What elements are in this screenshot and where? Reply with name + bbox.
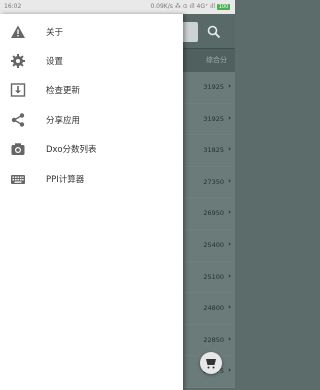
score-column-header[interactable]: 综合分 [206,55,227,65]
chevron-right-icon: › [228,176,231,185]
menu-item-label: 检查更新 [46,86,81,96]
menu-item-label: 关于 [46,28,64,38]
menu-item-check-update[interactable]: 检查更新 [0,76,183,104]
score-value: 25400 [203,240,224,249]
menu-item-label: Dxo分数列表 [46,145,97,155]
score-value: 24800 [203,304,224,313]
chevron-right-icon: › [228,366,231,375]
menu-item-share-app[interactable]: 分享应用 [0,106,183,134]
chevron-right-icon: › [228,239,231,248]
menu-item-label: PPI计算器 [46,175,85,185]
menu-item-about[interactable]: 关于 [0,18,183,46]
list-item[interactable]: 31925 › [183,103,235,136]
fab-button[interactable] [200,352,222,374]
chevron-right-icon: › [228,334,231,343]
score-value: 31925 [203,114,224,123]
navigation-drawer: 关于 设置 检查更新 分享应用 Dxo分数列表 PPI计算器 [0,14,183,390]
chevron-right-icon: › [228,208,231,217]
menu-item-label: 分享应用 [46,116,81,126]
menu-item-ppi-calculator[interactable]: PPI计算器 [0,165,183,193]
chevron-right-icon: › [228,113,231,122]
score-value: 31825 [203,146,224,155]
score-list: 31925 › 31925 › 31825 › 27350 › 26950 › 25400… [183,72,235,388]
chevron-right-icon: › [228,82,231,90]
gear-icon [11,54,25,68]
status-bar: 16:02 0.09K/s ⁂ ⊙ ıll 4G⁺ ıll 100 [0,0,235,14]
score-value: 25100 [203,272,224,281]
chevron-right-icon: › [228,271,231,280]
search-icon[interactable] [207,25,221,39]
battery-icon: 100 [217,3,230,10]
list-item[interactable]: 31825 › [183,135,235,167]
score-value: 27350 [203,177,224,186]
list-item[interactable]: 24800 › [183,293,235,325]
list-header[interactable]: 综合分 [183,48,235,72]
list-item[interactable]: 27350 › [183,166,235,199]
list-item[interactable]: 25400 › [183,229,235,262]
score-value: 22850 [203,335,224,344]
warning-icon [11,25,25,38]
menu-item-settings[interactable]: 设置 [0,47,183,75]
list-item[interactable]: 31925 › [183,72,235,104]
chevron-right-icon: › [228,303,231,312]
camera-icon [11,143,25,155]
list-item[interactable]: 25100 › [183,261,235,294]
keyboard-icon [11,175,25,184]
menu-item-label: 设置 [46,57,64,67]
score-value: 26950 [203,209,224,218]
status-time: 16:02 [4,3,22,10]
share-icon [11,113,25,127]
score-value: 31925 [203,83,224,91]
menu-item-dxo-list[interactable]: Dxo分数列表 [0,135,183,163]
cart-icon [206,359,216,369]
status-indicators: 0.09K/s ⁂ ⊙ ıll 4G⁺ ıll 100 [150,3,230,10]
search-input[interactable] [183,22,198,42]
download-icon [10,83,26,97]
chevron-right-icon: › [228,145,231,154]
network-indicator: 0.09K/s ⁂ ⊙ ıll 4G⁺ ıll [150,3,216,10]
list-item[interactable]: 26950 › [183,198,235,230]
